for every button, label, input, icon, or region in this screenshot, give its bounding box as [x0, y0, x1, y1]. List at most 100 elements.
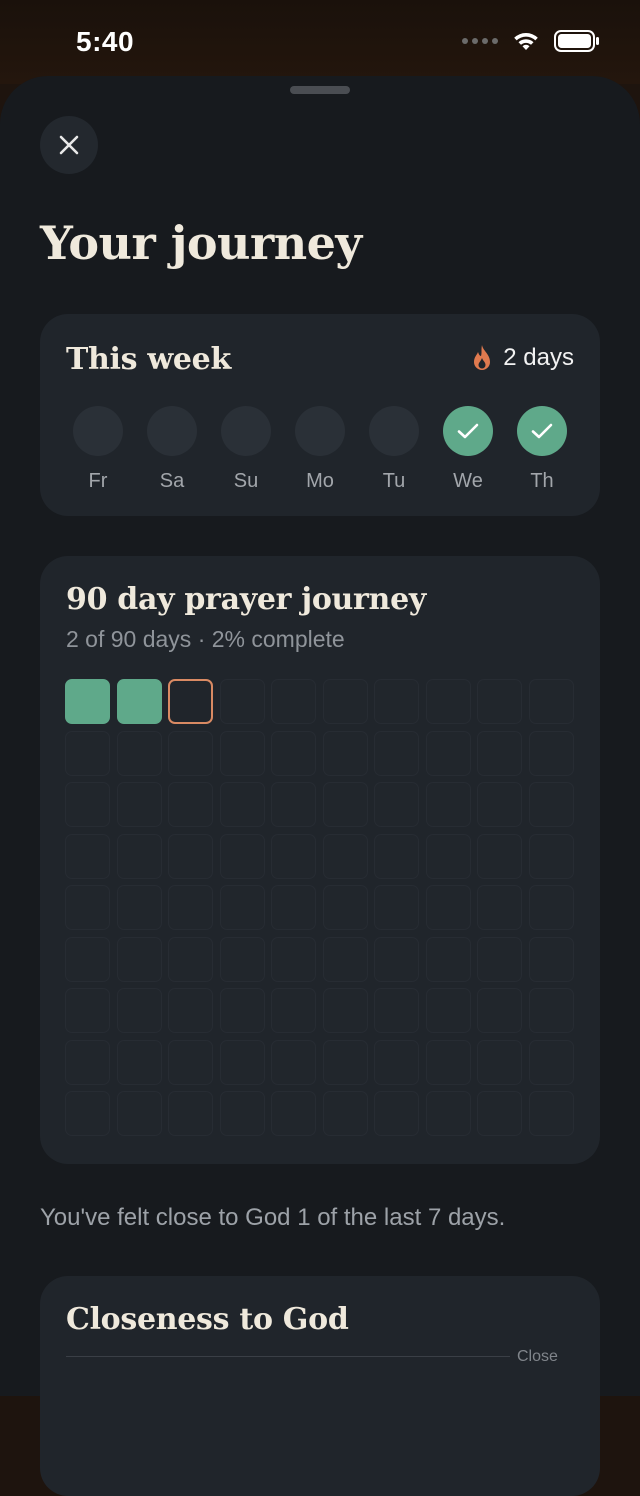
journey-day-cell [374, 988, 419, 1033]
journey-day-cell [425, 679, 471, 724]
week-days-row: Fr Sa Su Mo Tu We Th [73, 406, 567, 493]
sheet-grabber[interactable] [290, 86, 350, 94]
journey-day-cell [374, 885, 419, 930]
journey-grid [65, 679, 574, 1136]
day-label: Fr [88, 470, 108, 492]
closeness-axis-label: Close [517, 1348, 558, 1365]
day-complete-indicator [517, 406, 567, 456]
journey-day-cell [322, 679, 368, 724]
journey-day-cell [374, 1039, 419, 1085]
journey-day-cell [528, 1039, 574, 1085]
journey-day-complete [65, 679, 110, 724]
journey-day-cell [477, 936, 522, 982]
journey-day-cell [271, 1091, 316, 1136]
journey-day-cell [477, 833, 522, 879]
journey-day-cell [116, 730, 162, 776]
journey-card: 90 day prayer journey 2 of 90 days · 2% … [40, 556, 600, 1164]
journey-day-cell [219, 988, 265, 1033]
journey-day-cell [219, 679, 265, 724]
journey-day-cell [116, 885, 162, 930]
flame-icon [474, 345, 491, 370]
journey-day-cell [168, 1091, 213, 1136]
week-day: We [443, 406, 493, 493]
journey-day-cell [477, 885, 522, 930]
journey-day-cell [374, 936, 419, 982]
journey-day-cell [116, 1039, 162, 1085]
journey-day-cell [322, 1091, 368, 1136]
journey-day-cell [477, 988, 522, 1033]
journey-day-cell [271, 679, 316, 724]
journey-day-cell [168, 1039, 213, 1085]
journey-day-cell [374, 833, 419, 879]
journey-day-cell [271, 730, 316, 776]
week-day: Fr [73, 406, 123, 493]
journey-day-cell [322, 885, 368, 930]
check-icon [457, 423, 479, 439]
journey-day-cell [65, 833, 110, 879]
journey-day-cell [477, 1039, 522, 1085]
journey-day-cell [425, 782, 471, 827]
wifi-icon [514, 33, 538, 50]
journey-day-cell [374, 730, 419, 776]
day-label: Su [233, 470, 259, 492]
journey-day-cell [425, 988, 471, 1033]
journey-day-cell [116, 988, 162, 1033]
day-label: Tu [382, 470, 406, 492]
journey-day-cell [528, 936, 574, 982]
day-empty-indicator [295, 406, 345, 456]
journey-day-cell [116, 936, 162, 982]
closeness-card: Closeness to God Close [40, 1276, 600, 1496]
journey-day-cell [528, 1091, 574, 1136]
journey-day-cell [374, 679, 419, 724]
week-day: Mo [295, 406, 345, 493]
journey-day-cell [322, 936, 368, 982]
journey-day-cell [219, 1039, 265, 1085]
week-day: Th [517, 406, 567, 493]
journey-day-cell [65, 988, 110, 1033]
journey-day-cell [116, 833, 162, 879]
journey-day-cell [425, 885, 471, 930]
week-day: Sa [147, 406, 197, 493]
streak-label: 2 days [503, 344, 574, 371]
journey-day-cell [425, 1091, 471, 1136]
journey-day-cell [116, 782, 162, 827]
journey-day-cell [65, 936, 110, 982]
journey-progress-text: 2 of 90 days · 2% complete [66, 626, 345, 652]
journey-day-cell [528, 782, 574, 827]
close-icon [59, 135, 79, 155]
journey-day-cell [271, 936, 316, 982]
journey-day-cell [219, 885, 265, 930]
journey-day-cell [271, 833, 316, 879]
journey-day-cell [219, 782, 265, 827]
journey-day-cell [219, 833, 265, 879]
day-empty-indicator [147, 406, 197, 456]
week-day: Su [221, 406, 271, 493]
journey-day-cell [65, 885, 110, 930]
journey-day-cell [477, 730, 522, 776]
journey-day-cell [219, 936, 265, 982]
journey-day-cell [425, 833, 471, 879]
journey-day-cell [65, 730, 110, 776]
journey-day-cell [168, 885, 213, 930]
journey-day-cell [425, 730, 471, 776]
day-label: Th [530, 470, 554, 492]
journey-day-cell [168, 936, 213, 982]
closeness-title: Closeness to God [66, 1302, 349, 1337]
page-title: Your journey [40, 216, 362, 270]
closeness-insight: You've felt close to God 1 of the last 7… [40, 1204, 506, 1231]
close-button[interactable] [40, 116, 98, 174]
journey-day-cell [425, 936, 471, 982]
status-icons [462, 30, 600, 52]
journey-day-cell [477, 679, 522, 724]
day-label: Mo [306, 470, 334, 492]
this-week-card: This week 2 days Fr Sa Su Mo Tu We Th [40, 314, 600, 516]
journey-day-cell [528, 885, 574, 930]
this-week-title: This week [66, 342, 231, 377]
journey-day-cell [528, 988, 574, 1033]
journey-day-cell [322, 988, 368, 1033]
streak-badge: 2 days [471, 344, 574, 372]
journey-day-cell [116, 1091, 162, 1136]
journey-day-cell [425, 1039, 471, 1085]
journey-day-complete [116, 679, 162, 724]
week-day: Tu [369, 406, 419, 493]
